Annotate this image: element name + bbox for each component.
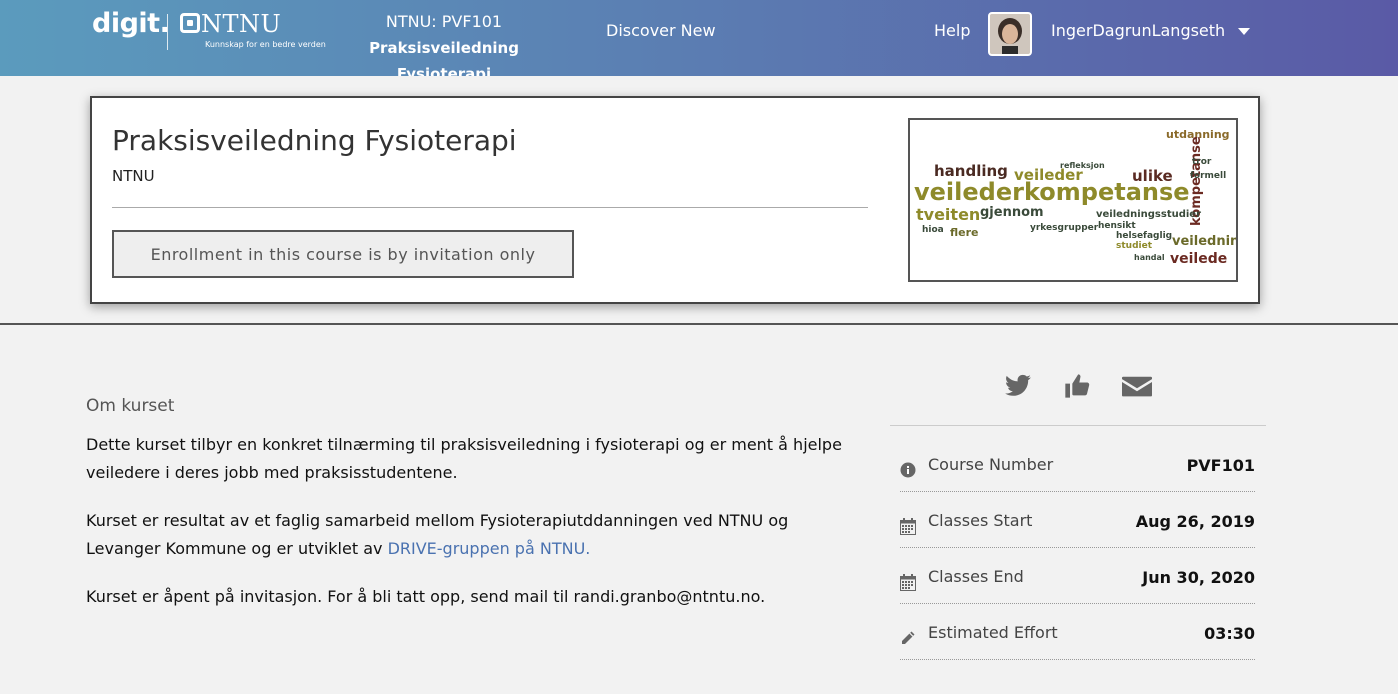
fact-course-number: Course Number PVF101 xyxy=(900,436,1255,492)
course-wordcloud-image: utdanning handling veilederkompetanse ul… xyxy=(908,118,1238,282)
about-paragraph-1: Dette kurset tilbyr en konkret tilnærmin… xyxy=(86,435,842,482)
fact-value: PVF101 xyxy=(1186,456,1255,475)
fact-classes-start: Classes Start Aug 26, 2019 xyxy=(900,492,1255,548)
ntnu-logo-text: NTNU xyxy=(201,10,282,38)
wordcloud-word: gjennom xyxy=(980,205,1044,220)
fact-value: Jun 30, 2020 xyxy=(1142,568,1255,587)
course-code-line: NTNU: PVF101 xyxy=(385,12,503,31)
digit-logo[interactable]: digit. xyxy=(92,8,170,39)
top-navigation-bar: digit. NTNU Kunnskap for en bedre verden… xyxy=(0,0,1398,83)
ntnu-logo[interactable]: NTNU Kunnskap for en bedre verden xyxy=(180,10,326,49)
wordcloud-word: veilede xyxy=(1170,251,1227,267)
calendar-icon xyxy=(900,518,918,536)
ntnu-tagline: Kunnskap for en bedre verden xyxy=(205,40,326,49)
user-menu-chevron-down-icon[interactable] xyxy=(1238,28,1250,35)
user-avatar[interactable] xyxy=(988,12,1032,56)
course-facts-list: Course Number PVF101 Classes Start Aug 2… xyxy=(900,436,1255,660)
help-link[interactable]: Help xyxy=(934,21,970,40)
wordcloud-word: flere xyxy=(950,226,979,239)
wordcloud-word: veiledningsstudier xyxy=(1096,209,1201,220)
course-title: Praksisveiledning Fysioterapi xyxy=(112,124,517,157)
wordcloud-word: helsefaglig xyxy=(1116,231,1172,241)
username-label[interactable]: IngerDagrunLangseth xyxy=(1051,21,1225,40)
calendar-icon xyxy=(900,574,918,592)
thumbs-up-icon[interactable] xyxy=(1063,372,1091,400)
ntnu-logo-mark-icon xyxy=(180,13,200,33)
fact-label: Course Number xyxy=(928,455,1054,474)
about-paragraph-3: Kurset er åpent på invitasjon. For å bli… xyxy=(86,587,766,606)
hero-divider xyxy=(112,207,868,208)
wordcloud-word: handal xyxy=(1134,253,1165,262)
course-organization: NTNU xyxy=(112,167,155,185)
course-hero-card: Praksisveiledning Fysioterapi NTNU Enrol… xyxy=(90,96,1260,304)
discover-new-link[interactable]: Discover New xyxy=(606,21,716,40)
wordcloud-word: studiet xyxy=(1116,241,1153,251)
wordcloud-word: tveiten xyxy=(916,205,980,224)
fact-value: 03:30 xyxy=(1204,624,1255,643)
wordcloud-word: ulike xyxy=(1132,167,1173,185)
wordcloud-word: tror xyxy=(1192,157,1212,167)
fact-value: Aug 26, 2019 xyxy=(1135,512,1255,531)
info-icon xyxy=(900,462,918,480)
wordcloud-word: yrkesgrupper xyxy=(1030,223,1099,233)
fact-label: Estimated Effort xyxy=(928,623,1058,642)
envelope-icon[interactable] xyxy=(1122,372,1152,400)
logo-divider xyxy=(167,14,168,50)
sidebar-divider xyxy=(890,425,1266,426)
wordcloud-word: veiledning xyxy=(1172,234,1236,249)
fact-label: Classes Start xyxy=(928,511,1033,530)
pencil-icon xyxy=(900,630,918,648)
fact-label: Classes End xyxy=(928,567,1024,586)
wordcloud-word: hensikt xyxy=(1098,221,1136,231)
about-heading: Om kurset xyxy=(86,396,175,416)
wordcloud-word: hioa xyxy=(922,225,944,235)
fact-classes-end: Classes End Jun 30, 2020 xyxy=(900,548,1255,604)
twitter-icon[interactable] xyxy=(1004,372,1032,400)
about-paragraph-2: Kurset er resultat av et faglig samarbei… xyxy=(86,507,846,563)
avatar-portrait-icon xyxy=(990,14,1030,54)
fact-estimated-effort: Estimated Effort 03:30 xyxy=(900,604,1255,660)
wordcloud-word: formell xyxy=(1190,171,1226,181)
enrollment-status-box: Enrollment in this course is by invitati… xyxy=(112,230,574,278)
drive-group-link[interactable]: DRIVE-gruppen på NTNU. xyxy=(388,539,591,558)
wordcloud-word: refleksjon xyxy=(1060,161,1105,170)
